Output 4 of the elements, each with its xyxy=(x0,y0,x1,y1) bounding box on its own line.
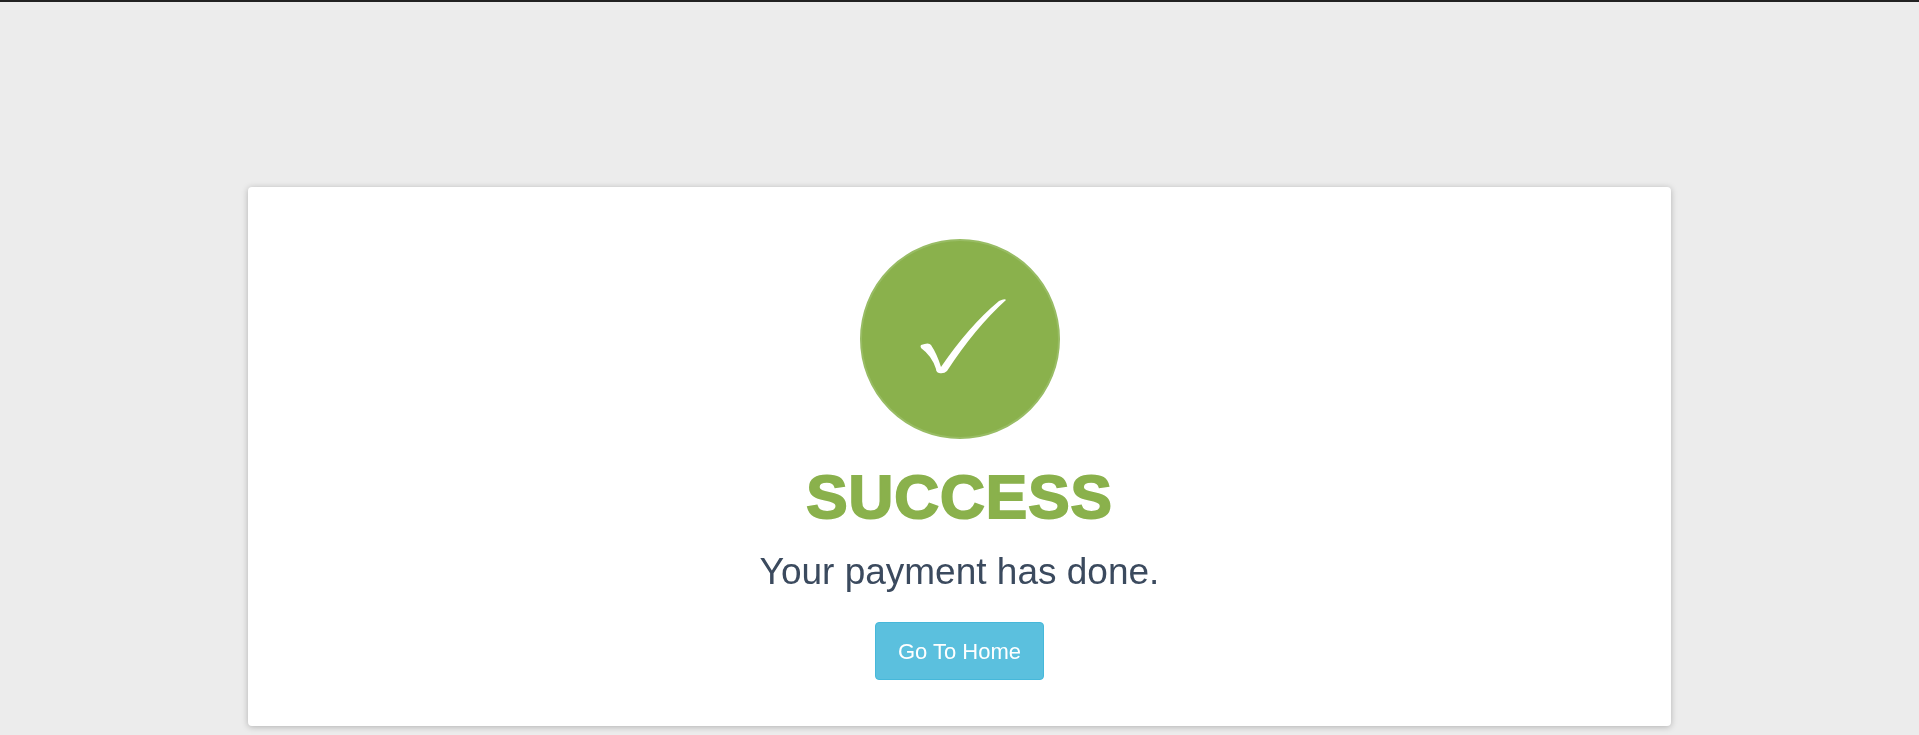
payment-message: Your payment has done. xyxy=(759,550,1160,594)
checkmark-icon xyxy=(858,238,1061,440)
go-home-button[interactable]: Go To Home xyxy=(875,622,1044,680)
success-title: SUCCESS xyxy=(806,466,1113,528)
